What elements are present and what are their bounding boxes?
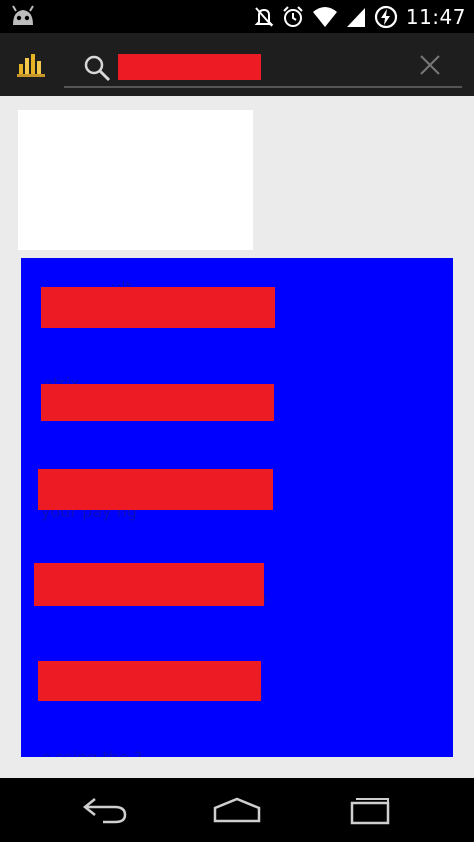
navigation-bar xyxy=(0,778,474,842)
app-logo-icon[interactable] xyxy=(16,52,46,78)
ghost-text: e ssing the ? xyxy=(41,748,142,757)
image-card xyxy=(18,110,253,250)
back-icon xyxy=(82,798,127,824)
search-underline xyxy=(64,86,462,88)
signal-icon xyxy=(346,8,365,27)
results-panel: ult etrix your pay ng h h e ssing the ? xyxy=(21,258,453,757)
search-input[interactable] xyxy=(118,54,261,80)
result-item-redacted[interactable] xyxy=(38,469,273,510)
result-item-redacted[interactable] xyxy=(41,384,274,421)
content-bottom xyxy=(0,757,474,778)
result-item-redacted[interactable] xyxy=(41,287,275,328)
alarm-icon xyxy=(283,6,303,27)
mute-icon xyxy=(254,7,274,27)
cyanogen-icon xyxy=(12,5,34,25)
recents-icon xyxy=(350,798,390,825)
back-button[interactable] xyxy=(75,792,135,828)
home-button[interactable] xyxy=(207,792,267,828)
status-bar: 11:47 xyxy=(0,0,474,33)
recents-button[interactable] xyxy=(340,792,400,828)
home-icon xyxy=(213,797,261,823)
battery-charging-icon xyxy=(374,5,397,29)
wifi-icon xyxy=(312,7,337,27)
result-item-redacted[interactable] xyxy=(38,661,261,701)
close-icon[interactable] xyxy=(417,52,443,78)
status-time: 11:47 xyxy=(405,5,466,29)
search-icon[interactable] xyxy=(82,53,112,83)
result-item-redacted[interactable] xyxy=(34,563,264,606)
